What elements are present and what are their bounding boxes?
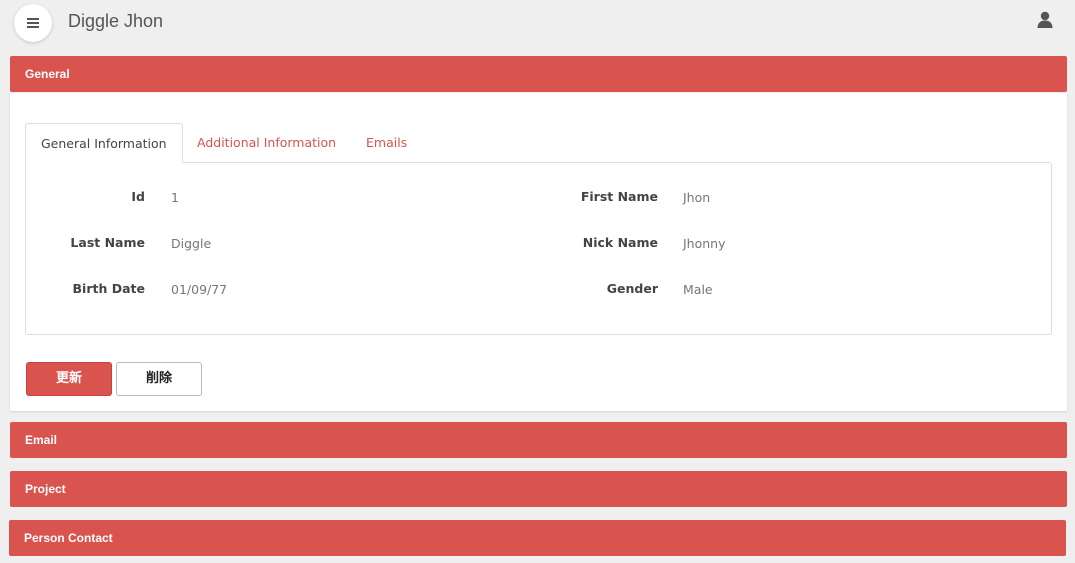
panel-project-header[interactable]: Project [10, 471, 1067, 507]
last-name-value: Diggle [171, 236, 212, 251]
first-name-label: First Name [580, 189, 658, 204]
tab-additional-information[interactable]: Additional Information [182, 123, 351, 162]
menu-button[interactable] [14, 4, 52, 42]
nick-name-label: Nick Name [582, 235, 658, 250]
first-name-value: Jhon [683, 190, 711, 205]
tab-content: Id 1 First Name Jhon Last Name Diggle Ni… [25, 162, 1052, 335]
top-bar: Diggle Jhon [0, 0, 1075, 50]
panel-email-header[interactable]: Email [10, 422, 1067, 458]
user-icon[interactable] [1035, 10, 1055, 30]
update-button[interactable]: 更新 [26, 362, 112, 396]
tab-general-information[interactable]: General Information [25, 123, 183, 163]
panel-person-contact-header[interactable]: Person Contact [9, 520, 1066, 556]
page-title: Diggle Jhon [68, 11, 164, 31]
gender-label: Gender [606, 281, 658, 296]
panel-general-header[interactable]: General [10, 56, 1067, 92]
nick-name-value: Jhonny [683, 236, 726, 251]
id-value: 1 [171, 190, 179, 205]
tab-emails[interactable]: Emails [351, 123, 422, 162]
delete-button[interactable]: 削除 [116, 362, 202, 396]
gender-value: Male [683, 282, 713, 297]
birth-date-value: 01/09/77 [171, 282, 228, 297]
birth-date-label: Birth Date [72, 281, 145, 296]
id-label: Id [131, 189, 145, 204]
panel-general-body: General Information Additional Informati… [10, 93, 1067, 411]
last-name-label: Last Name [70, 235, 145, 250]
hamburger-icon [27, 18, 39, 28]
